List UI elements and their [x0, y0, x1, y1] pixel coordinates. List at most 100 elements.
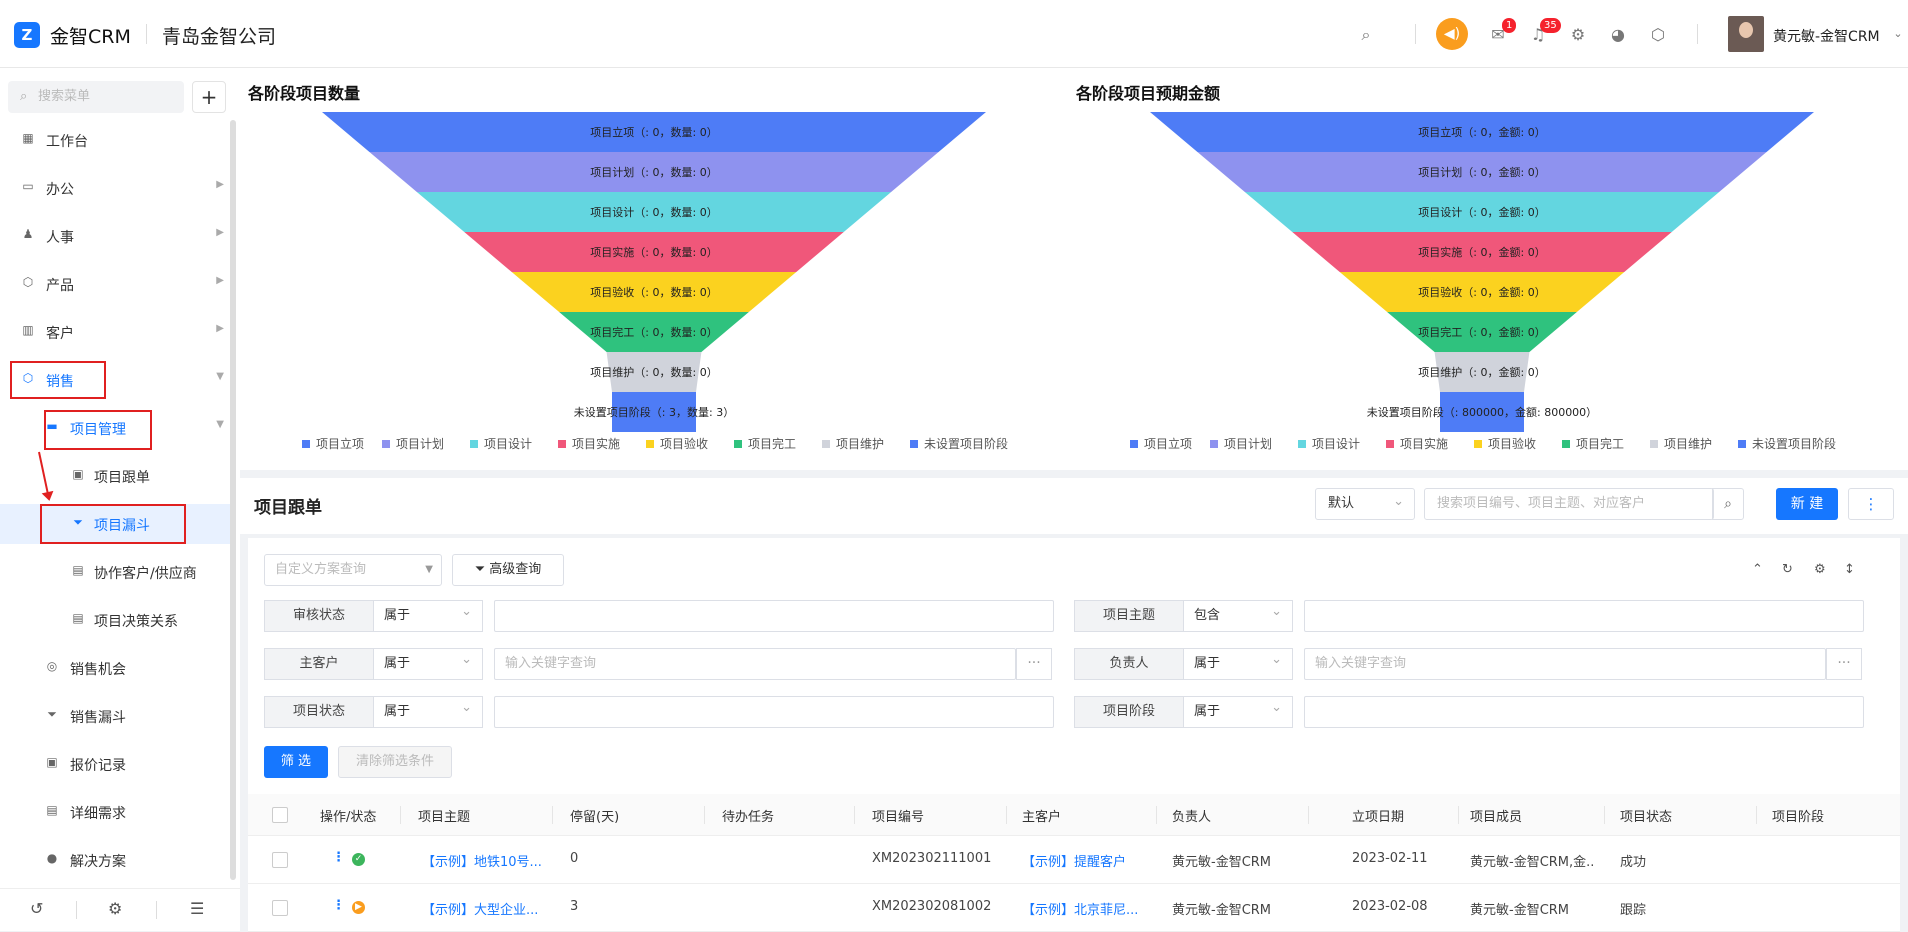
- legend-item[interactable]: 项目设计: [1298, 435, 1360, 452]
- sidebar-item-partners[interactable]: ▤ 协作客户/供应商: [0, 552, 230, 592]
- gear-icon[interactable]: ⚙: [1814, 562, 1826, 577]
- sidebar-item-requirements[interactable]: ▤ 详细需求: [0, 792, 230, 832]
- new-button[interactable]: 新 建: [1776, 488, 1838, 520]
- column-header[interactable]: 项目成员: [1470, 806, 1522, 825]
- filter-value-input[interactable]: [1304, 696, 1864, 728]
- sidebar-scrollbar[interactable]: [230, 120, 236, 880]
- menu-search-input[interactable]: ⌕ 搜索菜单: [8, 81, 184, 113]
- row-checkbox[interactable]: [272, 900, 288, 916]
- legend-item[interactable]: 项目计划: [382, 435, 444, 452]
- filter-operator[interactable]: 属于: [373, 693, 483, 728]
- scheme-select[interactable]: 自定义方案查询 ▼: [264, 554, 442, 586]
- column-header[interactable]: 停留(天): [570, 806, 619, 825]
- legend-label: 未设置项目阶段: [924, 437, 1009, 451]
- legend-item[interactable]: 项目立项: [302, 435, 364, 452]
- filter-value-input[interactable]: [494, 696, 1054, 728]
- filter-value-input[interactable]: [494, 600, 1054, 632]
- legend-item[interactable]: 项目立项: [1130, 435, 1192, 452]
- legend-item[interactable]: 项目维护: [1650, 435, 1712, 452]
- owner-keyword-input[interactable]: 输入关键字查询: [1304, 648, 1826, 680]
- filter-operator[interactable]: 属于: [373, 597, 483, 632]
- filter-operator[interactable]: 属于: [1183, 645, 1293, 680]
- cube-icon[interactable]: ⬡: [1648, 25, 1668, 45]
- search-icon[interactable]: ⌕: [1356, 25, 1376, 45]
- sidebar-item-solutions[interactable]: ● 解决方案: [0, 840, 230, 880]
- chevron-down-icon[interactable]: ⌄: [1888, 24, 1908, 44]
- view-select[interactable]: 默认 ⌄: [1315, 488, 1415, 520]
- column-header[interactable]: 项目阶段: [1772, 806, 1824, 825]
- legend-item[interactable]: 项目完工: [734, 435, 796, 452]
- app-name[interactable]: 金智CRM: [50, 22, 131, 49]
- collapse-up-icon[interactable]: ⌃: [1752, 562, 1763, 577]
- pie-chart-icon[interactable]: ◕: [1608, 25, 1628, 45]
- resize-icon[interactable]: ↕: [1844, 562, 1855, 577]
- table-row[interactable]: ⋮ ✓ 【示例】地铁10号... 0 XM202302111001 【示例】提醒…: [248, 836, 1900, 884]
- sidebar-item-quotes[interactable]: ▣ 报价记录: [0, 744, 230, 784]
- sidebar-item-hr[interactable]: ♟ 人事 ▶: [0, 216, 230, 256]
- legend-item[interactable]: 未设置项目阶段: [1738, 435, 1836, 452]
- more-dots-button[interactable]: ···: [1826, 648, 1862, 680]
- advanced-query-button[interactable]: ⏷ 高级查询: [452, 554, 564, 586]
- sliders-icon[interactable]: ⚙: [108, 899, 122, 918]
- sidebar-item-project-management[interactable]: ▬ 项目管理 ▼: [0, 408, 230, 448]
- row-checkbox[interactable]: [272, 852, 288, 868]
- sidebar-item-project-funnel[interactable]: ⏷ 项目漏斗: [0, 504, 230, 544]
- project-subject-link[interactable]: 【示例】地铁10号...: [422, 851, 546, 870]
- sidebar-item-product[interactable]: ⬡ 产品 ▶: [0, 264, 230, 304]
- project-subject-link[interactable]: 【示例】大型企业...: [422, 899, 546, 918]
- column-header[interactable]: 主客户: [1022, 806, 1061, 825]
- row-actions-icon[interactable]: ⋮: [332, 898, 345, 913]
- column-header[interactable]: 项目主题: [418, 806, 470, 825]
- legend-item[interactable]: 项目验收: [646, 435, 708, 452]
- table-row[interactable]: ⋮ ▶ 【示例】大型企业... 3 XM202302081002 【示例】北京菲…: [248, 884, 1900, 932]
- sidebar-item-project-tracking[interactable]: ▣ 项目跟单: [0, 456, 230, 496]
- customer-keyword-input[interactable]: 输入关键字查询: [494, 648, 1016, 680]
- legend-item[interactable]: 项目计划: [1210, 435, 1272, 452]
- legend-item[interactable]: 未设置项目阶段: [910, 435, 1008, 452]
- legend-item[interactable]: 项目实施: [1386, 435, 1448, 452]
- refresh-icon[interactable]: ↻: [1782, 562, 1793, 577]
- more-button[interactable]: ⋮: [1848, 488, 1894, 520]
- filter-value-input[interactable]: [1304, 600, 1864, 632]
- filter-operator[interactable]: 属于: [373, 645, 483, 680]
- column-header[interactable]: 操作/状态: [320, 806, 376, 825]
- legend-item[interactable]: 项目完工: [1562, 435, 1624, 452]
- row-actions-icon[interactable]: ⋮: [332, 850, 345, 865]
- username[interactable]: 黄元敏-金智CRM: [1773, 26, 1880, 46]
- filter-operator[interactable]: 属于: [1183, 693, 1293, 728]
- speaker-icon[interactable]: ◀): [1436, 18, 1468, 50]
- legend-swatch: [910, 440, 918, 448]
- search-icon[interactable]: ⌕: [1712, 488, 1744, 520]
- column-header[interactable]: 负责人: [1172, 806, 1211, 825]
- legend-item[interactable]: 项目设计: [470, 435, 532, 452]
- column-header[interactable]: 立项日期: [1352, 806, 1404, 825]
- collapse-icon[interactable]: ☰: [190, 899, 204, 918]
- filter-operator[interactable]: 包含: [1183, 597, 1293, 632]
- sidebar-item-workbench[interactable]: ▦ 工作台: [0, 120, 230, 160]
- legend-item[interactable]: 项目维护: [822, 435, 884, 452]
- project-search-input[interactable]: 搜索项目编号、项目主题、对应客户: [1424, 488, 1714, 520]
- column-header[interactable]: 项目状态: [1620, 806, 1672, 825]
- logo-icon[interactable]: Z: [14, 22, 40, 48]
- clear-filter-button[interactable]: 清除筛选条件: [338, 746, 452, 778]
- column-header[interactable]: 待办任务: [722, 806, 774, 825]
- select-all-checkbox[interactable]: [272, 807, 288, 823]
- avatar[interactable]: [1728, 16, 1764, 52]
- chevron-down-icon: ▼: [216, 371, 224, 382]
- sidebar-item-sales-opportunity[interactable]: ◎ 销售机会: [0, 648, 230, 688]
- gear-icon[interactable]: ⚙: [1568, 25, 1588, 45]
- sidebar-item-sales-funnel[interactable]: ⏷ 销售漏斗: [0, 696, 230, 736]
- add-menu-button[interactable]: +: [192, 81, 226, 113]
- customer-link[interactable]: 【示例】提醒客户: [1022, 851, 1146, 870]
- more-dots-button[interactable]: ···: [1016, 648, 1052, 680]
- sidebar-item-sales[interactable]: ⬡ 销售 ▼: [0, 360, 230, 400]
- apply-filter-button[interactable]: 筛 选: [264, 746, 328, 778]
- legend-item[interactable]: 项目验收: [1474, 435, 1536, 452]
- legend-item[interactable]: 项目实施: [558, 435, 620, 452]
- history-icon[interactable]: ↺: [30, 899, 43, 918]
- sidebar-item-decision-relations[interactable]: ▤ 项目决策关系: [0, 600, 230, 640]
- column-header[interactable]: 项目编号: [872, 806, 924, 825]
- sidebar-item-office[interactable]: ▭ 办公 ▶: [0, 168, 230, 208]
- sidebar-item-customer[interactable]: ▥ 客户 ▶: [0, 312, 230, 352]
- customer-link[interactable]: 【示例】北京菲尼...: [1022, 899, 1146, 918]
